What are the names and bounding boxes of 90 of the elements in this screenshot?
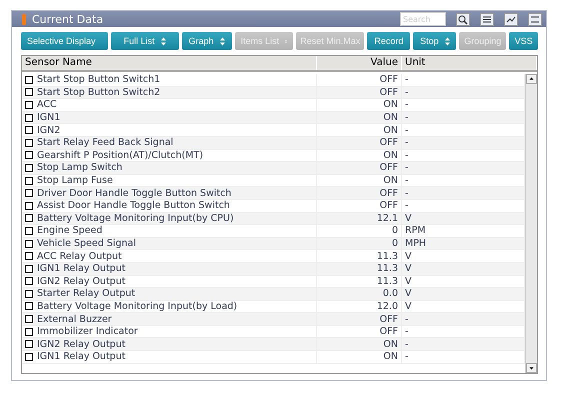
scroll-down-icon[interactable] [526,363,537,373]
sensor-name: Gearshift P Position(AT)/Clutch(MT) [37,150,204,161]
sensor-name: Driver Door Handle Toggle Button Switch [37,188,232,199]
chart-icon[interactable] [504,12,518,26]
checkbox[interactable] [25,226,33,235]
sensor-name: Stop Lamp Switch [37,162,122,174]
sensor-name: IGN1 [37,112,60,124]
caret-icon [220,36,225,46]
toolbar-button[interactable]: Stop [413,32,456,50]
table-cell: ON [317,338,402,350]
table-cell: 11.3 [317,262,402,274]
checkbox[interactable] [25,88,33,96]
checkbox[interactable] [25,290,33,298]
checkbox[interactable] [25,264,33,273]
sensor-name: Battery Voltage Monitoring Input(by Load) [37,300,238,312]
toolbar-button[interactable]: Full List [110,32,179,50]
sensor-name: IGN2 Relay Output [37,276,126,287]
table-cell: ON [317,150,402,162]
toolbar-button[interactable]: Graph [182,32,232,50]
sensor-name: Start Relay Feed Back Signal [37,137,174,148]
table-cell: OFF [317,326,402,338]
sensor-name: IGN1 Relay Output [37,351,126,362]
list-icon[interactable] [480,12,494,26]
table-cell: 0 [317,238,402,250]
title-marker-icon [22,14,26,24]
table-cell: OFF [317,313,402,325]
table-cell: 12.0 [317,300,402,312]
table-cell: ON [317,351,402,363]
table-cell: 0.0 [317,288,402,300]
table-cell: 0 [317,225,402,237]
window-title: Current Data [32,12,104,26]
sensor-name: Start Stop Button Switch1 [37,74,160,86]
checkbox[interactable] [25,340,33,348]
checkbox[interactable] [25,302,33,310]
checkbox[interactable] [25,328,33,336]
sensor-name: Assist Door Handle Toggle Button Switch [37,200,230,212]
checkbox[interactable] [25,138,33,147]
scrollbar[interactable] [525,74,537,373]
table-cell: OFF [317,162,402,174]
checkbox[interactable] [25,114,33,122]
checkbox[interactable] [25,214,33,222]
sensor-name: ACC [37,99,57,110]
sensor-name: Engine Speed [37,225,102,236]
table-cell: 11.3 [317,250,402,262]
table-cell: OFF [317,86,402,98]
sensor-name: Battery Voltage Monitoring Input(by CPU) [37,212,234,224]
column-header[interactable]: Unit [402,56,537,70]
search-icon[interactable] [456,12,470,26]
checkbox[interactable] [25,100,33,109]
checkbox[interactable] [25,202,33,210]
checkbox[interactable] [25,176,33,185]
toolbar-button[interactable]: Record [367,32,410,50]
toolbar-button[interactable]: Selective Display [21,32,108,50]
sensor-name: IGN2 Relay Output [37,338,126,350]
checkbox[interactable] [25,277,33,286]
table-cell: OFF [317,200,402,212]
document-icon[interactable] [528,12,542,26]
table-cell: OFF [317,187,402,199]
sensor-name: Immobilizer Indicator [37,326,138,338]
table-cell: ON [317,112,402,124]
sensor-name: ACC Relay Output [37,250,122,262]
caret-icon [444,36,450,46]
checkbox[interactable] [25,151,33,160]
checkbox[interactable] [25,240,33,248]
table-cell: ON [317,99,402,111]
table-cell: OFF [317,136,402,149]
sensor-name: IGN2 [37,124,60,136]
table-cell: ON [317,174,402,186]
sensor-name: IGN1 Relay Output [37,263,126,274]
checkbox[interactable] [25,164,33,172]
checkbox[interactable] [25,189,33,198]
sensor-name: Stop Lamp Fuse [37,175,113,186]
sensor-name: Starter Relay Output [37,288,136,300]
sensor-name: Start Stop Button Switch2 [37,86,160,98]
sensor-name: External Buzzer [37,314,112,325]
column-header[interactable]: Sensor Name [22,56,317,70]
checkbox[interactable] [25,352,33,361]
caret-icon [160,36,166,46]
column-header[interactable]: Value [317,56,402,70]
checkbox[interactable] [25,126,33,134]
table-cell: 12.1 [317,212,402,224]
toolbar-button[interactable]: VSS [509,32,538,50]
checkbox[interactable] [25,252,33,260]
table-cell: ON [317,124,402,136]
checkbox[interactable] [25,315,33,324]
sensor-name: Vehicle Speed Signal [37,238,136,250]
checkbox[interactable] [25,76,33,84]
table-cell: OFF [317,74,402,86]
table-cell: 11.3 [317,276,402,288]
scroll-up-icon[interactable] [526,74,537,84]
